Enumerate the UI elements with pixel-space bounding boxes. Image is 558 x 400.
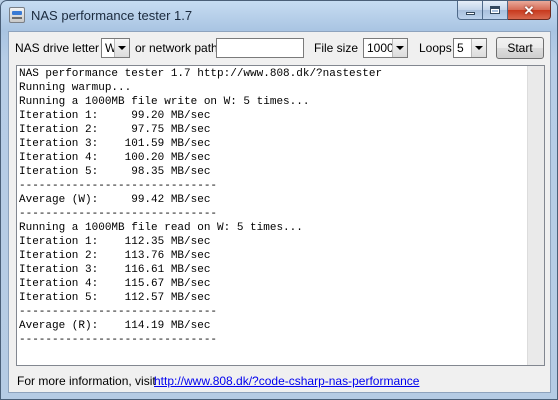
loops-label: Loops [419, 41, 452, 55]
more-info-link[interactable]: http://www.808.dk/?code-csharp-nas-perfo… [154, 374, 419, 388]
network-path-input[interactable] [216, 38, 304, 58]
network-path-label: or network path [135, 41, 218, 55]
footer: For more information, visit http://www.8… [9, 370, 550, 392]
app-window: NAS performance tester 1.7 ✕ NAS drive l… [0, 0, 558, 400]
file-size-value: 1000 [367, 41, 394, 55]
drive-letter-label: NAS drive letter [15, 41, 100, 55]
loops-value: 5 [457, 41, 464, 55]
file-size-select[interactable]: 1000 [363, 38, 408, 58]
chevron-down-icon[interactable] [114, 39, 129, 57]
close-icon: ✕ [523, 2, 535, 18]
maximize-button[interactable] [483, 1, 508, 20]
maximize-icon [490, 6, 500, 14]
settings-bar: NAS drive letter W or network path File … [9, 32, 550, 64]
start-button[interactable]: Start [496, 37, 544, 59]
minimize-icon [465, 11, 475, 15]
drive-letter-select[interactable]: W [101, 38, 130, 58]
results-log[interactable]: NAS performance tester 1.7 http://www.80… [19, 67, 526, 365]
title-bar[interactable]: NAS performance tester 1.7 ✕ [1, 1, 557, 31]
client-area: NAS drive letter W or network path File … [8, 31, 551, 393]
window-title: NAS performance tester 1.7 [31, 8, 193, 23]
file-size-label: File size [314, 41, 359, 55]
loops-select[interactable]: 5 [453, 38, 487, 58]
results-output[interactable]: NAS performance tester 1.7 http://www.80… [16, 65, 545, 366]
caption-buttons: ✕ [457, 1, 551, 21]
footer-text: For more information, visit [17, 374, 156, 388]
chevron-down-icon[interactable] [471, 39, 486, 57]
chevron-down-icon[interactable] [392, 39, 407, 57]
close-button[interactable]: ✕ [508, 1, 551, 20]
minimize-button[interactable] [457, 1, 483, 20]
vertical-scrollbar[interactable] [527, 66, 544, 365]
app-icon[interactable] [9, 7, 25, 23]
